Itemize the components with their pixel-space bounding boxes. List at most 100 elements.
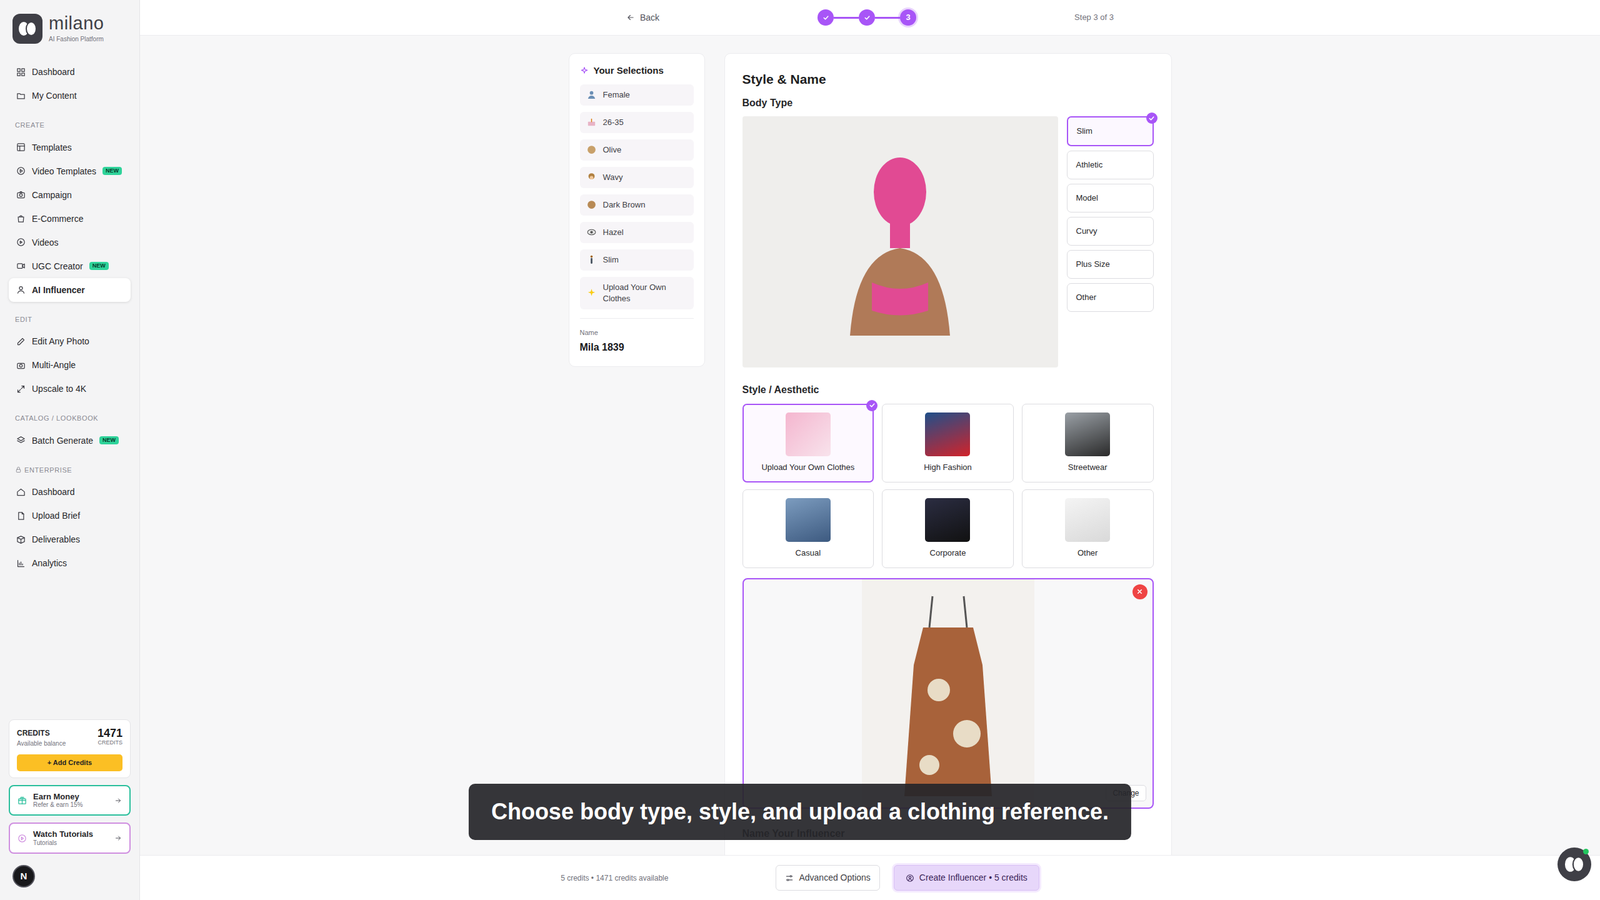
sidebar-item-label: Video Templates [31, 165, 97, 178]
clothing-upload[interactable]: Change [742, 578, 1154, 809]
nav-section-label: ENTERPRISE [24, 465, 72, 476]
layout-icon [16, 142, 26, 152]
step-indicator [858, 9, 875, 26]
sidebar-item[interactable]: Video TemplatesNEW [8, 159, 131, 184]
body-type-option[interactable]: Athletic [1066, 150, 1154, 180]
gift-icon [17, 795, 27, 805]
sidebar-item-label: Templates [31, 141, 72, 154]
body-type-option[interactable]: Plus Size [1066, 250, 1154, 279]
sidebar-item[interactable]: Campaign [8, 183, 131, 207]
sidebar-item[interactable]: Edit Any Photo [8, 329, 131, 354]
nav-section-heading: CREATE [0, 120, 140, 131]
remove-upload-button[interactable] [1132, 584, 1148, 600]
check-icon [1146, 112, 1158, 124]
promo-title: Earn Money [33, 791, 109, 802]
promo-card[interactable]: Earn MoneyRefer & earn 15% [8, 785, 131, 817]
style-option[interactable]: Upload Your Own Clothes [742, 403, 875, 483]
style-label: Casual [795, 546, 821, 560]
style-option[interactable]: Casual [742, 489, 875, 569]
top-bar: Back 3 Step 3 of 3 [140, 0, 1600, 36]
body-type-option[interactable]: Slim [1066, 116, 1154, 147]
file-icon [16, 511, 26, 521]
step-indicator: 3 [900, 9, 917, 26]
chat-button[interactable] [1557, 847, 1592, 882]
check-icon [863, 14, 871, 22]
body-type-option[interactable]: Curvy [1066, 216, 1154, 246]
option-label: Other [1076, 292, 1097, 302]
promo-card[interactable]: Watch TutorialsTutorials [8, 822, 131, 854]
selection-item: Slim [580, 249, 694, 271]
sidebar-item[interactable]: Multi-Angle [8, 353, 131, 377]
create-label: Create Influencer • 5 credits [919, 871, 1028, 885]
credits-amount: 1471 [97, 727, 123, 739]
style-option[interactable]: Other [1021, 489, 1154, 569]
style-label: Streetwear [1068, 461, 1108, 474]
selection-label: Slim [603, 254, 619, 266]
style-label: Other [1077, 546, 1099, 560]
sidebar-item-label: Campaign [31, 188, 72, 202]
sidebar-footer: CREDITSAvailable balance1471CREDITS + Add… [0, 719, 140, 900]
promo-text: Earn MoneyRefer & earn 15% [33, 791, 109, 810]
hair-icon [586, 171, 597, 183]
sidebar-item[interactable]: Dashboard [8, 480, 131, 504]
user-circle-icon [905, 873, 915, 883]
sidebar-item[interactable]: Upscale to 4K [8, 376, 131, 401]
selection-label: Wavy [603, 171, 624, 184]
grid-icon [16, 67, 26, 77]
sidebar-item[interactable]: Deliverables [8, 527, 131, 552]
folder-icon [16, 91, 26, 101]
credits-row: CREDITSAvailable balance1471CREDITS [16, 727, 123, 749]
promo-subtitle: Tutorials [33, 839, 109, 847]
body-type-option[interactable]: Other [1066, 283, 1154, 312]
add-credits-button[interactable]: + Add Credits [16, 754, 123, 772]
check-icon [866, 400, 878, 412]
sidebar-item[interactable]: Videos [8, 230, 131, 255]
step-indicator [817, 9, 834, 26]
figure-icon [586, 254, 597, 265]
selections-title-label: Your Selections [593, 63, 664, 79]
sidebar-item-label: UGC Creator [31, 260, 84, 273]
sidebar-item[interactable]: Batch GenerateNEW [8, 428, 131, 453]
brand-name: milano [48, 14, 104, 33]
sidebar-item-label: Edit Any Photo [31, 335, 90, 348]
style-thumbnail [925, 412, 970, 457]
nav-section-label: EDIT [15, 314, 32, 325]
chart-icon [16, 558, 26, 569]
option-label: Athletic [1076, 160, 1104, 170]
play-icon [16, 237, 26, 247]
selection-item: Upload Your Own Clothes [580, 276, 694, 310]
style-option[interactable]: Streetwear [1021, 403, 1154, 483]
style-thumbnail [925, 498, 970, 542]
option-label: Curvy [1076, 226, 1098, 236]
pencil-icon [16, 336, 26, 347]
arrow-right-icon [114, 834, 122, 842]
credits-value: 1471CREDITS [97, 727, 123, 748]
sparkle-icon [580, 66, 589, 75]
user-avatar[interactable]: N [12, 865, 35, 888]
brand-logo[interactable]: milanoAI Fashion Platform [0, 0, 140, 60]
sidebar-item-label: Dashboard [31, 65, 75, 79]
sidebar-item-label: Analytics [31, 556, 67, 570]
sidebar-item[interactable]: UGC CreatorNEW [8, 254, 131, 279]
nav-section-heading: ENTERPRISE [0, 465, 140, 476]
sidebar-item[interactable]: E-Commerce [8, 206, 131, 231]
advanced-options-button[interactable]: Advanced Options [775, 865, 880, 891]
body-type-option[interactable]: Model [1066, 183, 1154, 213]
sidebar-item[interactable]: Templates [8, 135, 131, 160]
back-button[interactable]: Back [626, 11, 660, 25]
create-influencer-button[interactable]: Create Influencer • 5 credits [893, 865, 1040, 891]
main-area: Back3Step 3 of 3Your SelectionsFemale26-… [140, 0, 1600, 900]
sidebar-item[interactable]: Analytics [8, 551, 131, 575]
sidebar-item[interactable]: AI Influencer [8, 278, 131, 302]
style-option[interactable]: Corporate [881, 489, 1014, 569]
sidebar-item-label: Upscale to 4K [31, 382, 87, 395]
step-counter: Step 3 of 3 [1074, 11, 1114, 24]
style-option[interactable]: High Fashion [881, 403, 1014, 483]
sidebar-item[interactable]: Dashboard [8, 60, 131, 84]
sidebar-item[interactable]: Upload Brief [8, 503, 131, 528]
sparkle-icon [586, 287, 597, 299]
selection-item: Olive [580, 139, 694, 161]
expand-icon [16, 384, 26, 394]
sidebar-item[interactable]: My Content [8, 83, 131, 108]
body-type-row: Slim Athletic Model Curvy Plus Size Other [742, 116, 1154, 368]
